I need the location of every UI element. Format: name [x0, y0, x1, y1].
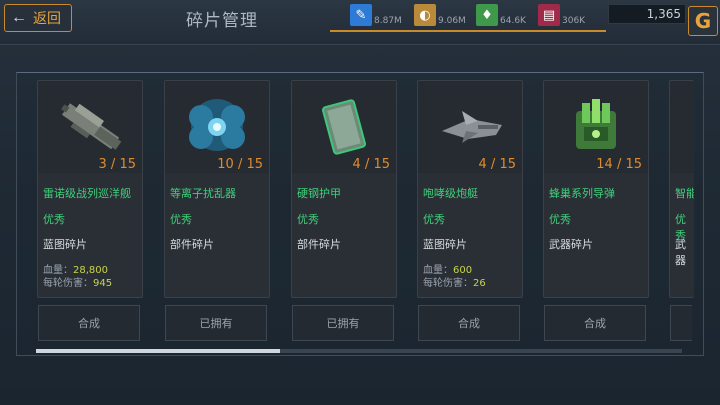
fragment-quality: 优秀 — [43, 213, 65, 226]
fragment-card[interactable]: 4 / 15 咆哮级炮艇 优秀 蓝图碎片 血量：600 每轮伤害：26 — [417, 80, 523, 298]
fragment-name: 硬钢护甲 — [297, 187, 341, 200]
top-bar: ← 返回 碎片管理 ✎ 8.87M ◐ 9.06M ♦ 64.6K ▤ 306K… — [0, 0, 720, 45]
mineral-icon: ◐ — [414, 4, 436, 26]
resource-crystal[interactable]: ♦ 64.6K — [476, 4, 526, 26]
fragment-card[interactable]: 10 / 15 等离子扰乱器 优秀 部件碎片 — [164, 80, 270, 298]
fragment-count: 4 / 15 — [352, 157, 390, 172]
gem-icon: ▤ — [538, 4, 560, 26]
owned-button[interactable]: 已拥有 — [292, 305, 394, 341]
fragment-kind: 蓝图碎片 — [43, 238, 87, 251]
resource-value: 8.87M — [374, 16, 402, 26]
fragment-name: 等离子扰乱器 — [170, 187, 236, 200]
coin-balance: 1,365 — [608, 4, 686, 24]
back-button[interactable]: ← 返回 — [4, 4, 72, 32]
synthesize-button[interactable]: 合成 — [418, 305, 520, 341]
fragment-card[interactable]: 3 / 15 雷诺级战列巡洋舰 优秀 蓝图碎片 血量：28,800 每轮伤害：9… — [37, 80, 143, 298]
fragment-quality: 优秀 — [549, 213, 571, 226]
resource-value: 9.06M — [438, 16, 466, 26]
fragment-kind: 武器碎片 — [549, 238, 593, 251]
fragment-quality: 优秀 — [297, 213, 319, 226]
fragment-kind: 部件碎片 — [170, 238, 214, 251]
action-button[interactable] — [670, 305, 692, 341]
stat-damage: 每轮伤害：945 — [43, 278, 113, 289]
crystal-icon: ♦ — [476, 4, 498, 26]
synthesize-button[interactable]: 合成 — [38, 305, 140, 341]
fragment-card[interactable]: 14 / 15 蜂巢系列导弹 优秀 武器碎片 — [543, 80, 649, 298]
owned-button[interactable]: 已拥有 — [165, 305, 267, 341]
scrollbar-thumb[interactable] — [36, 349, 280, 353]
resource-bar: ✎ 8.87M ◐ 9.06M ♦ 64.6K ▤ 306K — [330, 0, 606, 32]
fragment-count: 3 / 15 — [98, 157, 136, 172]
fragment-kind: 蓝图碎片 — [423, 238, 467, 251]
fragment-name: 智能 — [675, 187, 694, 200]
fragment-name: 雷诺级战列巡洋舰 — [43, 187, 131, 200]
synthesize-button[interactable]: 合成 — [544, 305, 646, 341]
fragment-image — [670, 81, 694, 173]
resource-gem[interactable]: ▤ 306K — [538, 4, 585, 26]
fragment-name: 咆哮级炮艇 — [423, 187, 478, 200]
back-label: 返回 — [33, 10, 61, 26]
fragment-card[interactable]: 4 / 15 硬钢护甲 优秀 部件碎片 — [291, 80, 397, 298]
page-title: 碎片管理 — [186, 11, 258, 31]
resource-value: 306K — [562, 16, 586, 26]
fragment-card[interactable]: 智能 优秀 武器 — [669, 80, 694, 298]
blueprint-icon: ✎ — [350, 4, 372, 26]
arrow-left-icon: ← — [11, 9, 27, 26]
resource-mineral[interactable]: ◐ 9.06M — [414, 4, 466, 26]
fragment-count: 4 / 15 — [478, 157, 516, 172]
fragment-name: 蜂巢系列导弹 — [549, 187, 615, 200]
fragment-kind: 武器 — [675, 238, 686, 267]
fragment-kind: 部件碎片 — [297, 238, 341, 251]
coin-g-icon[interactable]: G — [688, 6, 718, 36]
fragment-count: 14 / 15 — [596, 157, 642, 172]
fragment-count: 10 / 15 — [217, 157, 263, 172]
fragment-quality: 优秀 — [423, 213, 445, 226]
fragment-quality: 优秀 — [170, 213, 192, 226]
resource-blueprint[interactable]: ✎ 8.87M — [350, 4, 402, 26]
stat-damage: 每轮伤害：26 — [423, 278, 486, 289]
resource-value: 64.6K — [500, 16, 526, 26]
